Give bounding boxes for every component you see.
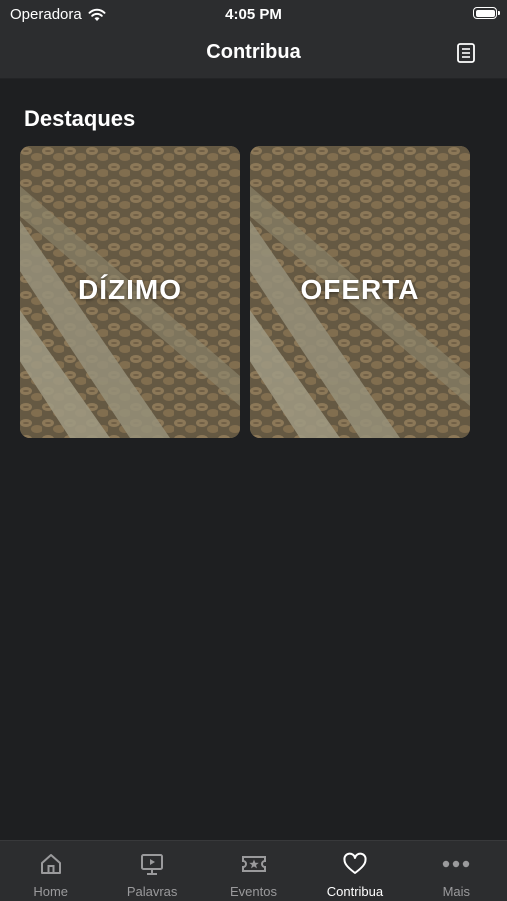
tab-label: Home xyxy=(33,884,69,899)
play-screen-icon xyxy=(141,854,164,875)
status-time: 4:05 PM xyxy=(225,6,282,23)
tab-label: Palavras xyxy=(126,884,178,899)
status-bar: Operadora 4:05 PM xyxy=(0,0,507,28)
tab-home[interactable]: Home xyxy=(0,841,101,901)
tab-eventos[interactable]: Eventos xyxy=(203,841,304,901)
dizimo-card[interactable]: DÍZIMO xyxy=(20,146,240,438)
tab-label: Contribua xyxy=(326,884,384,899)
navigation-bar: Contribua xyxy=(0,28,507,79)
ticket-icon xyxy=(241,856,266,872)
tab-contribua[interactable]: Contribua xyxy=(304,841,405,901)
oferta-card[interactable]: OFERTA xyxy=(250,146,470,438)
tab-palavras[interactable]: Palavras xyxy=(101,841,202,901)
page-title: Contribua xyxy=(206,41,301,63)
tab-bar: Home Palavras Eventos Contribua Mais xyxy=(0,840,507,901)
card-label: OFERTA xyxy=(300,274,420,305)
tab-label: Eventos xyxy=(230,884,277,899)
heart-icon xyxy=(343,852,367,874)
section-title: Destaques xyxy=(24,106,136,131)
list-icon xyxy=(457,43,475,63)
more-icon xyxy=(443,860,470,868)
battery-icon xyxy=(473,7,500,19)
tab-label: Mais xyxy=(442,884,471,899)
home-icon xyxy=(40,854,61,874)
history-list-button[interactable] xyxy=(455,42,477,64)
card-label: DÍZIMO xyxy=(78,274,182,305)
tab-mais[interactable]: Mais xyxy=(406,841,507,901)
